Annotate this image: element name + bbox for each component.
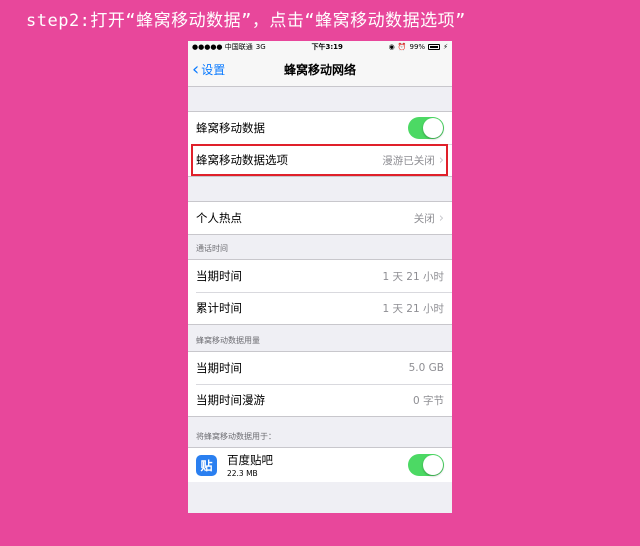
call-time-value: 1 天 21 小时 <box>382 270 444 283</box>
cellular-data-row: 蜂窝移动数据 <box>188 112 452 144</box>
apps-header: 将蜂窝移动数据用于： <box>196 432 276 441</box>
chevron-right-icon: › <box>438 210 444 226</box>
hotspot-value: 关闭 <box>413 212 435 225</box>
network-type: 3G <box>255 43 266 51</box>
list-item: 当期时间 1 天 21 小时 <box>188 260 452 292</box>
usage-label: 当期时间 <box>196 361 242 375</box>
location-icon: ◉ <box>388 43 395 51</box>
nav-bar: ‹ 设置 蜂窝移动网络 <box>188 53 452 87</box>
call-time-header: 通话时间 <box>196 244 228 253</box>
app-name: 百度贴吧 <box>227 453 273 467</box>
call-time-value: 1 天 21 小时 <box>382 302 444 315</box>
status-bar: ●●●●● 中国联通 3G 下午3:19 ◉ ⏰ 99% ⚡ <box>188 41 452 53</box>
usage-label: 当期时间漫游 <box>196 393 265 407</box>
back-button[interactable]: ‹ 设置 <box>192 53 225 86</box>
usage-value: 0 字节 <box>412 394 444 407</box>
tieba-app-icon: 贴 <box>196 454 217 476</box>
alarm-icon: ⏰ <box>397 43 407 51</box>
usage-group: 当期时间 5.0 GB 当期时间漫游 0 字节 <box>188 351 452 417</box>
hotspot-group: 个人热点 关闭 › <box>188 201 452 235</box>
battery-percent: 99% <box>409 43 426 51</box>
call-time-group: 当期时间 1 天 21 小时 累计时间 1 天 21 小时 <box>188 259 452 325</box>
highlight-box <box>191 144 448 176</box>
usage-header: 蜂窝移动数据用量 <box>196 336 260 345</box>
hotspot-label: 个人热点 <box>196 211 242 225</box>
step-caption: step2:打开“蜂窝移动数据”，点击“蜂窝移动数据选项” <box>26 11 466 31</box>
app-row: 贴 百度贴吧 22.3 MB <box>188 447 452 482</box>
phone-screen: ●●●●● 中国联通 3G 下午3:19 ◉ ⏰ 99% ⚡ ‹ 设置 蜂窝移动… <box>188 41 452 513</box>
list-item: 当期时间漫游 0 字节 <box>188 384 452 416</box>
battery-icon <box>428 44 441 50</box>
usage-value: 5.0 GB <box>408 362 444 374</box>
app-data-size: 22.3 MB <box>227 469 258 478</box>
cellular-data-label: 蜂窝移动数据 <box>196 121 265 135</box>
hotspot-row[interactable]: 个人热点 关闭 › <box>188 202 452 234</box>
back-label: 设置 <box>201 63 226 77</box>
list-item: 累计时间 1 天 21 小时 <box>188 292 452 324</box>
charging-icon: ⚡ <box>443 43 448 51</box>
status-time: 下午3:19 <box>311 43 343 51</box>
call-time-label: 当期时间 <box>196 269 242 283</box>
carrier-label: ●●●●● 中国联通 <box>192 43 253 51</box>
list-item: 当期时间 5.0 GB <box>188 352 452 384</box>
call-time-label: 累计时间 <box>196 301 242 315</box>
chevron-left-icon: ‹ <box>192 58 200 80</box>
page-title: 蜂窝移动网络 <box>283 63 356 77</box>
app-data-toggle[interactable] <box>408 454 444 476</box>
cellular-data-toggle[interactable] <box>408 117 444 139</box>
